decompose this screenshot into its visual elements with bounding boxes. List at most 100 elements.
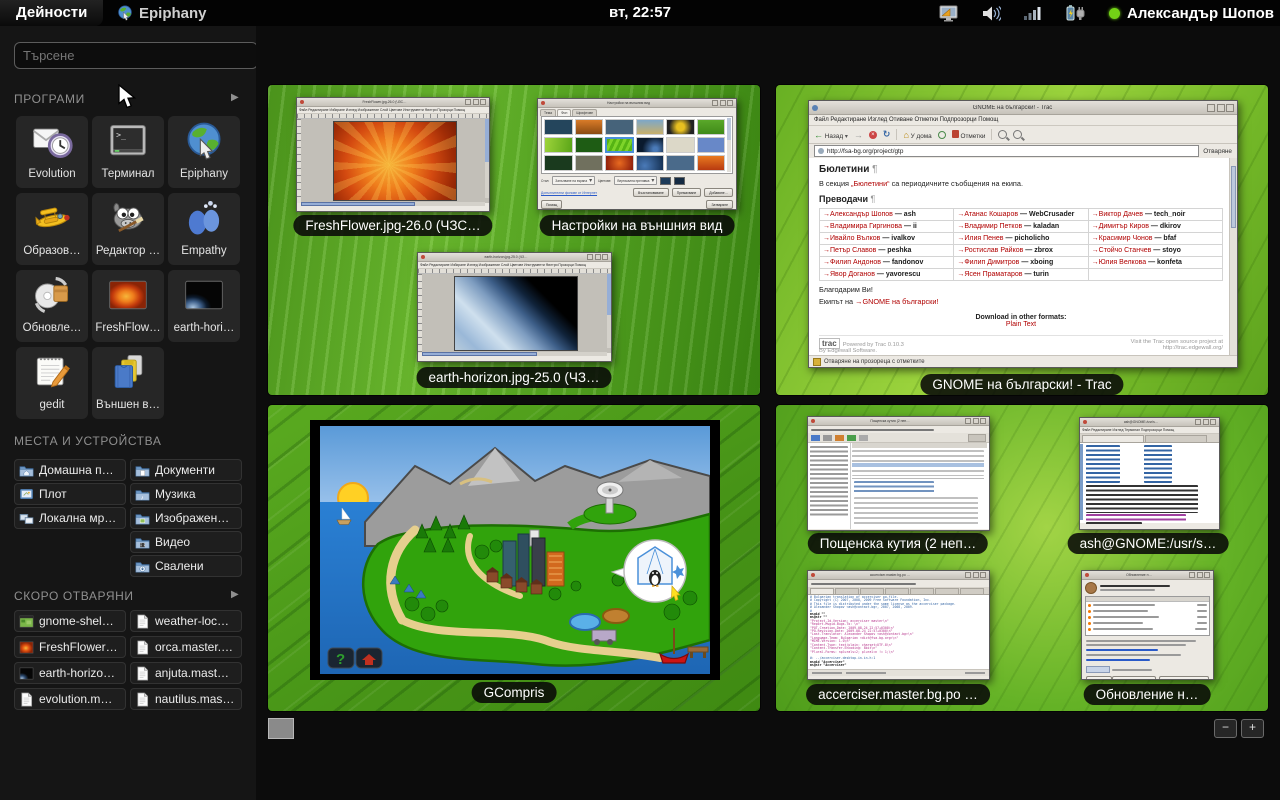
place-local-network[interactable]: Локална мр… — [14, 507, 126, 529]
window-titlebar: GNOME на български! - Trac — [809, 101, 1237, 115]
app-freshflower-image[interactable]: FreshFlow… — [92, 270, 164, 342]
window-buttons — [1189, 572, 1210, 578]
recent-anjuta[interactable]: anjuta.mast… — [130, 662, 242, 684]
window-label: GCompris — [472, 682, 557, 703]
mouse-cursor — [117, 84, 139, 110]
app-gimp[interactable]: Редактор … — [92, 193, 164, 265]
window-titlebar: FreshFlower.jpg-26.0 (ЧЗС… — [297, 98, 489, 107]
window-title: Настройки на външния вид — [547, 101, 710, 105]
workspace-4[interactable]: Пощенска кутия (2 неп… — [776, 405, 1268, 711]
app-software-update[interactable]: Обновле… — [16, 270, 88, 342]
app-empathy[interactable]: Empathy — [168, 193, 240, 265]
workspace-1[interactable]: FreshFlower.jpg-26.0 (ЧЗС… Файл Редактир… — [268, 85, 760, 395]
place-videos[interactable]: Видео — [130, 531, 242, 553]
window-label: accerciser.master.bg.po … — [806, 684, 990, 705]
volume-icon[interactable] — [981, 5, 1001, 22]
app-terminal[interactable]: >_ Терминал — [92, 116, 164, 188]
window-terminal[interactable]: ash@GNOME:/usr/s… Файл Редактиране Изгле… — [1079, 417, 1220, 530]
remove-workspace-button[interactable]: − — [1214, 719, 1237, 738]
window-epiphany-trac[interactable]: GNOME на български! - Trac Файл Редактир… — [808, 100, 1238, 368]
window-buttons — [465, 99, 486, 105]
recent-earth-horizon[interactable]: earth-horizo… — [14, 662, 126, 684]
workspace-3[interactable]: ? GCompris — [268, 405, 760, 711]
workspace-2[interactable]: GNOME на български! - Trac Файл Редактир… — [776, 85, 1268, 395]
app-gcompris[interactable]: Образов… — [16, 193, 88, 265]
window-icon — [811, 419, 815, 423]
window-title: FreshFlower.jpg-26.0 (ЧЗС… — [306, 100, 463, 104]
network-icon — [19, 511, 34, 526]
window-buttons — [1195, 419, 1216, 425]
programs-expand-icon[interactable]: ▶ — [231, 92, 239, 103]
translators-table: →Александър Шопов — ash→Атанас Кошаров —… — [819, 208, 1223, 281]
gcompris-plane-icon — [30, 196, 74, 240]
app-epiphany[interactable]: Epiphany — [168, 116, 240, 188]
recent-expand-icon[interactable]: ▶ — [231, 589, 239, 600]
search-input[interactable] — [14, 42, 258, 69]
screenshot-thumbnail-icon — [19, 614, 34, 629]
url-text: http://fsa-bg.org/project/gtp — [827, 148, 903, 155]
translator-cell: →Филип Андонов — fandonov — [820, 257, 954, 269]
favicon — [818, 148, 824, 154]
recent-evolution[interactable]: evolution.m… — [14, 688, 126, 710]
window-evolution-mail[interactable]: Пощенска кутия (2 неп… — [807, 416, 990, 531]
recent-orca[interactable]: orca.master.… — [130, 636, 242, 658]
recent-nautilus[interactable]: nautilus.mas… — [130, 688, 242, 710]
app-earth-image[interactable]: earth-hori… — [168, 270, 240, 342]
colors-label: Цветове: — [598, 179, 611, 183]
place-documents[interactable]: Документи — [130, 459, 242, 481]
recent-freshflower[interactable]: FreshFlower… — [14, 636, 126, 658]
canvas — [418, 274, 611, 353]
gnome-shell-overview: Дейности Epiphany вт, 22:57 — [0, 0, 1280, 800]
home-button: ⌂ У дома — [903, 130, 931, 140]
place-downloads[interactable]: Свалени — [130, 555, 242, 577]
network-signal-icon[interactable] — [1023, 5, 1043, 21]
overview-sidebar: ПРОГРАМИ ▶ Evolution >_ Терминал — [0, 26, 256, 800]
app-appearance[interactable]: Външен в… — [92, 347, 164, 419]
earth-thumbnail-icon — [182, 273, 226, 317]
update-header-placeholder — [1082, 580, 1213, 596]
window-gedit-po[interactable]: accerciser.master.bg.po … # Bulgarian tr… — [807, 570, 990, 680]
add-workspace-button[interactable]: + — [1241, 719, 1264, 738]
recent-weather-loc[interactable]: weather-loc… — [130, 610, 242, 632]
color-swatch-2 — [674, 177, 685, 185]
window-icon — [1085, 573, 1089, 577]
window-gimp-earth[interactable]: earth-horizon.jpg-25.0 (ЧЗ… Файл Редакти… — [417, 252, 612, 362]
recent-label: orca.master.… — [155, 640, 233, 654]
po-line: msgstr "Accerciser" — [810, 664, 987, 667]
flower-image — [333, 121, 457, 201]
display-settings-icon[interactable] — [939, 5, 959, 22]
place-label: Музика — [155, 487, 196, 501]
open-label: Отваряне — [1203, 148, 1232, 155]
flower-thumbnail-icon — [19, 640, 34, 655]
translator-cell: →Атанас Кошаров — WebCrusader — [954, 209, 1088, 221]
bookmarks-button: Отметки — [952, 130, 986, 140]
po-file-content: # Bulgarian translation of accerciser po… — [808, 595, 989, 669]
window-label: ash@GNOME:/usr/s… — [1068, 533, 1229, 554]
window-appearance[interactable]: Настройки на външния вид Тема Фон Шрифто… — [537, 98, 737, 210]
music-folder-icon: ♪ — [135, 487, 150, 502]
colors-select: Вертикална преливка▾ — [614, 176, 657, 185]
user-menu[interactable]: Александър Шопов — [1109, 5, 1274, 22]
url-bar: http://fsa-bg.org/project/gtp Отваряне — [809, 144, 1237, 159]
app-evolution[interactable]: Evolution — [16, 116, 88, 188]
window-gimp-freshflower[interactable]: FreshFlower.jpg-26.0 (ЧЗС… Файл Редактир… — [296, 97, 490, 212]
thanks-text: Благодарим Ви! — [819, 285, 1223, 294]
place-pictures[interactable]: Изображен… — [130, 507, 242, 529]
app-gedit[interactable]: gedit — [16, 347, 88, 419]
background-style-controls: Стил: Запълване на екрана▾ Цветове: Верт… — [538, 174, 736, 187]
translators-heading: Преводачи ¶ — [819, 194, 1223, 204]
app-label: gedit — [16, 399, 88, 411]
window-software-update[interactable]: Обновление н… — [1081, 570, 1214, 680]
place-home[interactable]: Домашна п… — [14, 459, 126, 481]
updates-list-placeholder — [1085, 596, 1210, 636]
place-desktop[interactable]: Плот — [14, 483, 126, 505]
workspace-indicator[interactable] — [268, 718, 294, 739]
window-gcompris[interactable]: ? — [310, 420, 720, 680]
recent-header: СКОРО ОТВАРЯНИ — [14, 589, 134, 603]
place-music[interactable]: ♪ Музика — [130, 483, 242, 505]
recent-gnome-shell[interactable]: gnome-shel… — [14, 610, 126, 632]
add-button: Добавяне… — [704, 188, 733, 197]
battery-power-icon[interactable] — [1065, 4, 1087, 22]
translator-cell: →Ясен Праматаров — turin — [954, 269, 1088, 281]
window-title: earth-horizon.jpg-25.0 (ЧЗ… — [427, 255, 585, 259]
